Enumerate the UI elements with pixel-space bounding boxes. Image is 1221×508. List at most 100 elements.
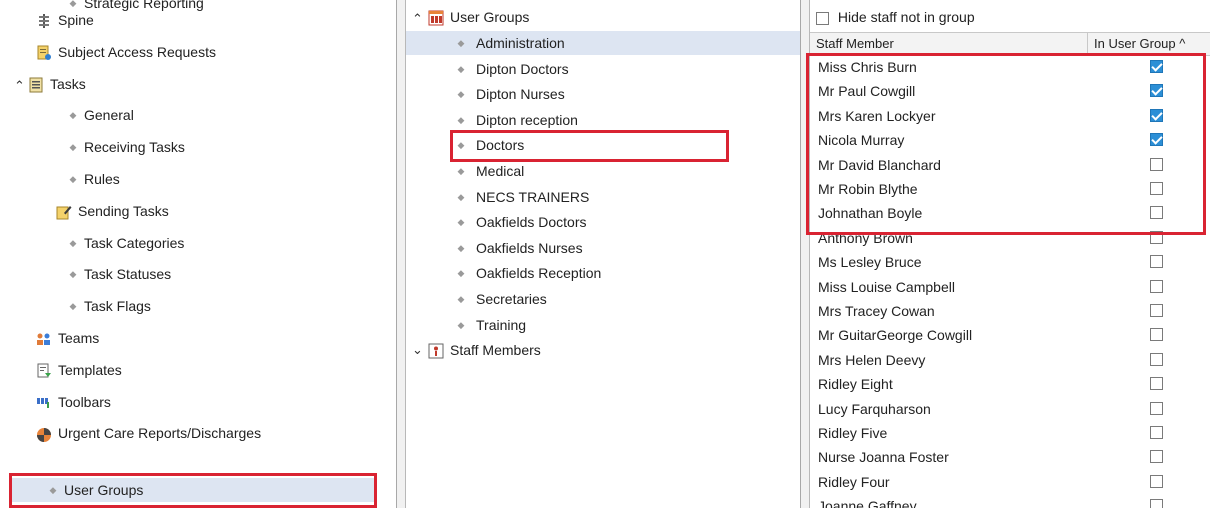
bullet-icon: ◆	[457, 294, 465, 304]
staff-row[interactable]: Mr David Blanchard	[810, 153, 1210, 177]
staff-member-column-header[interactable]: Staff Member	[810, 33, 1088, 55]
in-user-group-checkbox[interactable]	[1150, 108, 1163, 122]
collapse-caret-icon[interactable]: ⌃	[14, 74, 28, 98]
nav-item-spine[interactable]: Spine	[0, 8, 396, 32]
group-item-label: Dipton Doctors	[476, 60, 569, 77]
in-user-group-checkbox[interactable]	[1150, 426, 1163, 439]
in-user-group-checkbox[interactable]	[1150, 206, 1163, 220]
nav-item-receiving-tasks[interactable]: ◆ Receiving Tasks	[0, 135, 396, 159]
staff-row[interactable]: Lucy Farquharson	[810, 397, 1210, 421]
in-user-group-checkbox[interactable]	[1150, 304, 1163, 317]
in-user-group-checkbox[interactable]	[1150, 279, 1163, 293]
hide-staff-checkbox[interactable]	[816, 11, 829, 25]
staff-row[interactable]: Mr Paul Cowgill	[810, 79, 1210, 103]
group-item-dipton-reception[interactable]: ◆ Dipton reception	[406, 108, 800, 132]
in-user-group-checkbox[interactable]	[1150, 84, 1163, 98]
nav-item-toolbars[interactable]: Toolbars	[0, 390, 396, 414]
nav-item-task-flags[interactable]: ◆ Task Flags	[0, 294, 396, 318]
in-user-group-checkbox[interactable]	[1150, 157, 1163, 171]
staff-name: Johnathan Boyle	[818, 205, 923, 222]
staff-row[interactable]: Nicola Murray	[810, 128, 1210, 152]
staff-name: Nurse Joanna Foster	[818, 449, 949, 466]
staff-row[interactable]: Mr Robin Blythe	[810, 177, 1210, 201]
edit-icon	[56, 203, 72, 220]
nav-item-teams[interactable]: Teams	[0, 326, 396, 350]
staff-name: Anthony Brown	[818, 229, 913, 246]
nav-item-user-groups[interactable]: ◆ User Groups	[12, 478, 374, 502]
nav-item-tasks[interactable]: ⌃ Tasks	[0, 72, 396, 96]
staff-row[interactable]: Johnathan Boyle	[810, 201, 1210, 225]
group-item-dipton-doctors[interactable]: ◆ Dipton Doctors	[406, 57, 800, 81]
group-item-label: Oakfields Nurses	[476, 239, 583, 256]
staff-row[interactable]: Mr GuitarGeorge Cowgill	[810, 323, 1210, 347]
staff-row[interactable]: Anthony Brown	[810, 226, 1210, 250]
nav-item-label: General	[84, 107, 134, 124]
nav-item-subject-access-requests[interactable]: Subject Access Requests	[0, 40, 396, 64]
nav-item-sending-tasks[interactable]: Sending Tasks	[0, 199, 396, 223]
staff-members-root[interactable]: ⌄ Staff Members	[406, 338, 800, 362]
group-item-oakfields-doctors[interactable]: ◆ Oakfields Doctors	[406, 210, 800, 234]
nav-item-rules[interactable]: ◆ Rules	[0, 167, 396, 191]
in-user-group-checkbox[interactable]	[1150, 474, 1163, 488]
in-user-group-checkbox[interactable]	[1150, 450, 1163, 464]
hide-staff-option[interactable]: Hide staff not in group	[816, 6, 975, 28]
in-user-group-checkbox[interactable]	[1150, 182, 1163, 195]
group-item-training[interactable]: ◆ Training	[406, 313, 800, 337]
staff-row[interactable]: Miss Chris Burn	[810, 55, 1210, 79]
nav-item-task-categories[interactable]: ◆ Task Categories	[0, 231, 396, 255]
in-user-group-checkbox[interactable]	[1150, 499, 1163, 508]
group-item-label: Secretaries	[476, 291, 547, 307]
group-item-secretaries[interactable]: ◆ Secretaries	[406, 287, 800, 311]
nav-item-templates[interactable]: Templates	[0, 358, 396, 382]
nav-item-label: Subject Access Requests	[58, 43, 216, 60]
in-user-group-checkbox[interactable]	[1150, 352, 1163, 366]
nav-item-task-statuses[interactable]: ◆ Task Statuses	[0, 262, 396, 286]
expand-caret-icon[interactable]: ⌄	[412, 338, 426, 362]
staff-members-panel: Hide staff not in group Staff Member In …	[810, 0, 1221, 508]
in-user-group-checkbox[interactable]	[1150, 328, 1163, 342]
group-item-administration[interactable]: ◆ Administration	[406, 31, 800, 55]
collapse-caret-icon[interactable]: ⌃	[412, 7, 426, 31]
staff-row[interactable]: Ridley Eight	[810, 372, 1210, 396]
staff-row[interactable]: Ridley Five	[810, 421, 1210, 445]
group-item-medical[interactable]: ◆ Medical	[406, 159, 800, 183]
in-user-group-checkbox[interactable]	[1150, 255, 1163, 269]
staff-row[interactable]: Nurse Joanna Foster	[810, 445, 1210, 469]
group-item-doctors[interactable]: ◆ Doctors	[406, 133, 800, 157]
in-user-group-checkbox[interactable]	[1150, 401, 1163, 415]
in-user-group-checkbox[interactable]	[1150, 230, 1163, 244]
nav-item-label: Receiving Tasks	[84, 139, 185, 156]
document-icon	[36, 44, 52, 61]
bullet-icon: ◆	[69, 142, 77, 153]
staff-row[interactable]: Joanne Gaffney	[810, 494, 1210, 508]
staff-row[interactable]: Ridley Four	[810, 470, 1210, 494]
group-item-oakfields-nurses[interactable]: ◆ Oakfields Nurses	[406, 236, 800, 260]
in-user-group-checkbox[interactable]	[1150, 60, 1163, 73]
in-user-group-checkbox[interactable]	[1150, 377, 1163, 391]
group-item-necs-trainers[interactable]: ◆ NECS TRAINERS	[406, 185, 800, 209]
staff-row[interactable]: Mrs Tracey Cowan	[810, 299, 1210, 323]
group-item-oakfields-reception[interactable]: ◆ Oakfields Reception	[406, 261, 800, 285]
staff-row[interactable]: Mrs Karen Lockyer	[810, 104, 1210, 128]
nav-item-label: User Groups	[64, 482, 144, 498]
staff-row[interactable]: Ms Lesley Bruce	[810, 250, 1210, 274]
nav-item-urgent-care-reports-discharges[interactable]: Urgent Care Reports/Discharges	[0, 421, 396, 445]
left-splitter[interactable]	[397, 0, 406, 508]
user-groups-root[interactable]: ⌃ User Groups	[406, 5, 800, 29]
nav-item-label: Task Statuses	[84, 266, 172, 283]
in-user-group-checkbox[interactable]	[1150, 133, 1163, 147]
in-user-group-column-header[interactable]: In User Group ^	[1088, 33, 1210, 55]
nav-item-label: Toolbars	[58, 393, 111, 410]
bullet-icon: ◆	[69, 269, 77, 280]
staff-row[interactable]: Mrs Helen Deevy	[810, 348, 1210, 372]
staff-table-header: Staff Member In User Group ^	[810, 32, 1210, 56]
staff-row[interactable]: Miss Louise Campbell	[810, 275, 1210, 299]
group-item-label: Doctors	[476, 137, 525, 154]
teams-icon	[36, 330, 52, 346]
group-item-dipton-nurses[interactable]: ◆ Dipton Nurses	[406, 82, 800, 106]
middle-splitter[interactable]	[801, 0, 810, 508]
nav-item-general[interactable]: ◆ General	[0, 103, 396, 127]
staff-name: Mrs Karen Lockyer	[818, 107, 936, 124]
left-navigation-tree: ◆ Strategic Reporting Spine Subject Access …	[0, 0, 397, 508]
staff-name: Ms Lesley Bruce	[818, 254, 922, 271]
